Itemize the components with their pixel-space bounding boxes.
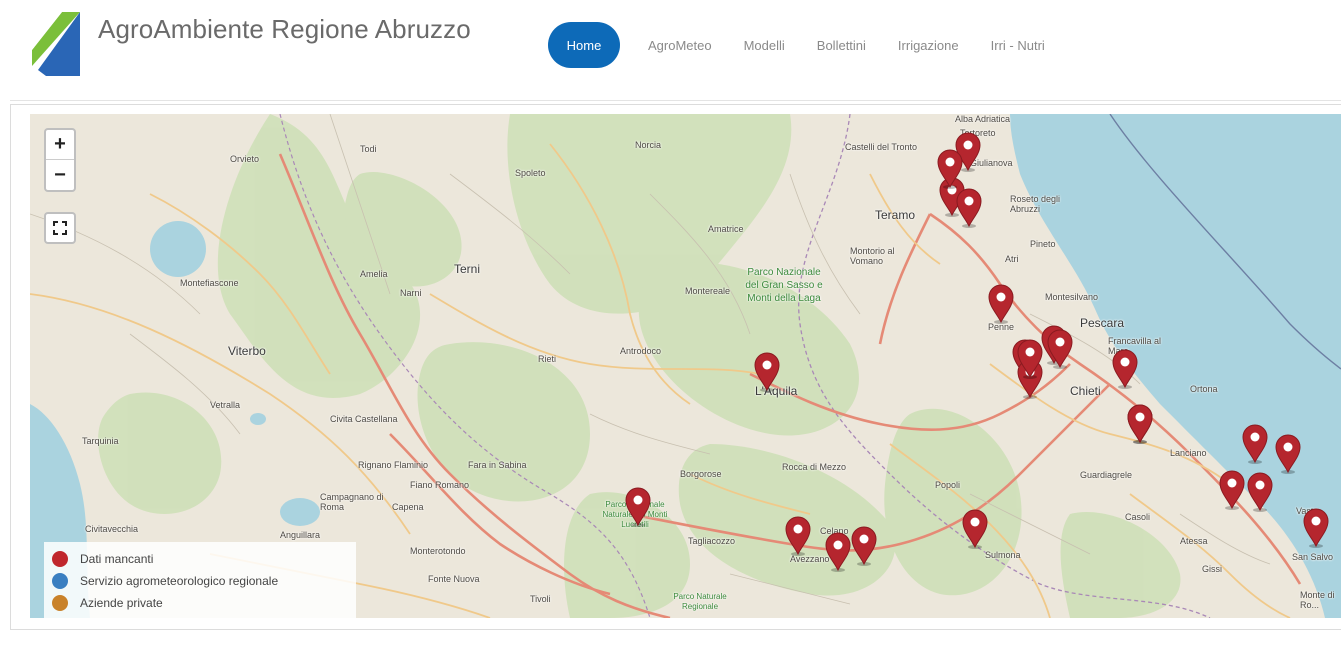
- place-label: Tarquinia: [82, 436, 119, 446]
- station-marker[interactable]: [936, 149, 964, 189]
- place-label: Rieti: [538, 354, 557, 364]
- place-label: Montefiascone: [180, 278, 239, 288]
- legend-item: Dati mancanti: [52, 548, 348, 570]
- station-marker[interactable]: [1111, 349, 1139, 389]
- place-label: Civitavecchia: [85, 524, 139, 534]
- legend-dot: [52, 595, 68, 611]
- place-label: Pineto: [1030, 239, 1056, 249]
- header-divider: [10, 100, 1341, 101]
- place-label: Ortona: [1190, 384, 1218, 394]
- place-label: Pescara: [1080, 316, 1125, 330]
- zoom-in-button[interactable]: +: [46, 130, 74, 160]
- place-label: Monte di Ro...: [1300, 590, 1335, 610]
- legend-dot: [52, 551, 68, 567]
- place-label: Norcia: [635, 140, 662, 150]
- station-marker[interactable]: [1126, 404, 1154, 444]
- station-marker[interactable]: [850, 526, 878, 566]
- zoom-out-button[interactable]: −: [46, 160, 74, 190]
- place-label: Orvieto: [230, 154, 260, 164]
- station-marker[interactable]: [1218, 470, 1246, 510]
- place-label: Amatrice: [708, 224, 744, 234]
- place-label: San Salvo: [1292, 552, 1334, 562]
- place-label: Sulmona: [985, 550, 1021, 560]
- place-label: Campagnano di Roma: [320, 492, 384, 512]
- place-label: Fiano Romano: [410, 480, 470, 490]
- station-marker[interactable]: [955, 188, 983, 228]
- app-root: AgroAmbiente Regione Abruzzo Home AgroMe…: [0, 0, 1341, 660]
- legend-dot: [52, 573, 68, 589]
- nav-modelli[interactable]: Modelli: [744, 38, 785, 53]
- nav-bollettini[interactable]: Bollettini: [817, 38, 866, 53]
- park-label: Parco Naturale Regionale: [673, 592, 727, 611]
- place-label: Amelia: [360, 269, 388, 279]
- place-label: Atri: [1005, 254, 1019, 264]
- place-label: Tagliacozzo: [688, 536, 736, 546]
- place-label: Chieti: [1070, 384, 1101, 398]
- station-marker[interactable]: [961, 509, 989, 549]
- place-label: Montereale: [685, 286, 731, 296]
- place-label: Viterbo: [228, 344, 266, 358]
- place-label: Popoli: [935, 480, 961, 490]
- place-label: Monterotondo: [410, 546, 466, 556]
- place-label: Rignano Flaminio: [358, 460, 429, 470]
- place-label: Antrodoco: [620, 346, 662, 356]
- station-marker[interactable]: [784, 516, 812, 556]
- station-marker[interactable]: [753, 352, 781, 392]
- station-marker[interactable]: [1246, 472, 1274, 512]
- place-label: Todi: [360, 144, 377, 154]
- station-marker[interactable]: [624, 487, 652, 527]
- place-label: Gissi: [1202, 564, 1222, 574]
- nav-irri-nutri[interactable]: Irri - Nutri: [991, 38, 1045, 53]
- place-label: Tivoli: [530, 594, 551, 604]
- nav-irrigazione[interactable]: Irrigazione: [898, 38, 959, 53]
- legend-label: Servizio agrometeorologico regionale: [80, 574, 279, 588]
- place-label: Fonte Nuova: [428, 574, 480, 584]
- station-marker[interactable]: [1046, 329, 1074, 369]
- place-label: Terni: [454, 262, 481, 276]
- legend-label: Dati mancanti: [80, 552, 154, 566]
- main-nav: Home AgroMeteo Modelli Bollettini Irriga…: [548, 22, 1077, 68]
- place-label: Atessa: [1180, 536, 1208, 546]
- zoom-control: + −: [44, 128, 76, 192]
- place-label: Borgorose: [680, 469, 722, 479]
- place-label: Narni: [400, 288, 422, 298]
- station-marker[interactable]: [1302, 508, 1330, 548]
- place-label: Casoli: [1125, 512, 1151, 522]
- park-label: Parco Nazionale del Gran Sasso e Monti d…: [745, 267, 823, 304]
- place-label: Civita Castellana: [330, 414, 398, 424]
- place-label: Montesilvano: [1045, 292, 1099, 302]
- station-map[interactable]: Alba Adriatica Tortoreto Castelli del Tr…: [30, 114, 1341, 618]
- station-marker[interactable]: [1241, 424, 1269, 464]
- place-label: Capena: [392, 502, 424, 512]
- place-label: Alba Adriatica: [955, 114, 1011, 124]
- place-label: Spoleto: [515, 168, 546, 178]
- place-label: Roseto degli Abruzzi: [1010, 194, 1061, 214]
- station-marker[interactable]: [1016, 339, 1044, 379]
- place-label: Teramo: [875, 208, 916, 222]
- place-label: Rocca di Mezzo: [782, 462, 847, 472]
- site-title: AgroAmbiente Regione Abruzzo: [98, 14, 471, 44]
- region-logo[interactable]: [32, 12, 80, 76]
- place-label: Guardiagrele: [1080, 470, 1133, 480]
- place-label: Vetralla: [210, 400, 241, 410]
- place-label: Montorio al Vomano: [850, 246, 895, 266]
- legend-item: Aziende private: [52, 592, 348, 614]
- legend-label: Aziende private: [80, 596, 163, 610]
- place-label: Lanciano: [1170, 448, 1207, 458]
- station-marker[interactable]: [824, 532, 852, 572]
- nav-home[interactable]: Home: [548, 22, 620, 68]
- legend-item: Servizio agrometeorologico regionale: [52, 570, 348, 592]
- header: AgroAmbiente Regione Abruzzo Home AgroMe…: [0, 0, 1341, 100]
- nav-agrometeo[interactable]: AgroMeteo: [648, 38, 712, 53]
- station-marker[interactable]: [987, 284, 1015, 324]
- place-label: Anguillara: [280, 530, 321, 540]
- place-label: Castelli del Tronto: [845, 142, 918, 152]
- map-legend: Dati mancanti Servizio agrometeorologico…: [44, 542, 356, 618]
- fullscreen-button[interactable]: [44, 212, 76, 244]
- station-marker[interactable]: [1274, 434, 1302, 474]
- fullscreen-icon: [53, 221, 67, 235]
- place-label: Fara in Sabina: [468, 460, 527, 470]
